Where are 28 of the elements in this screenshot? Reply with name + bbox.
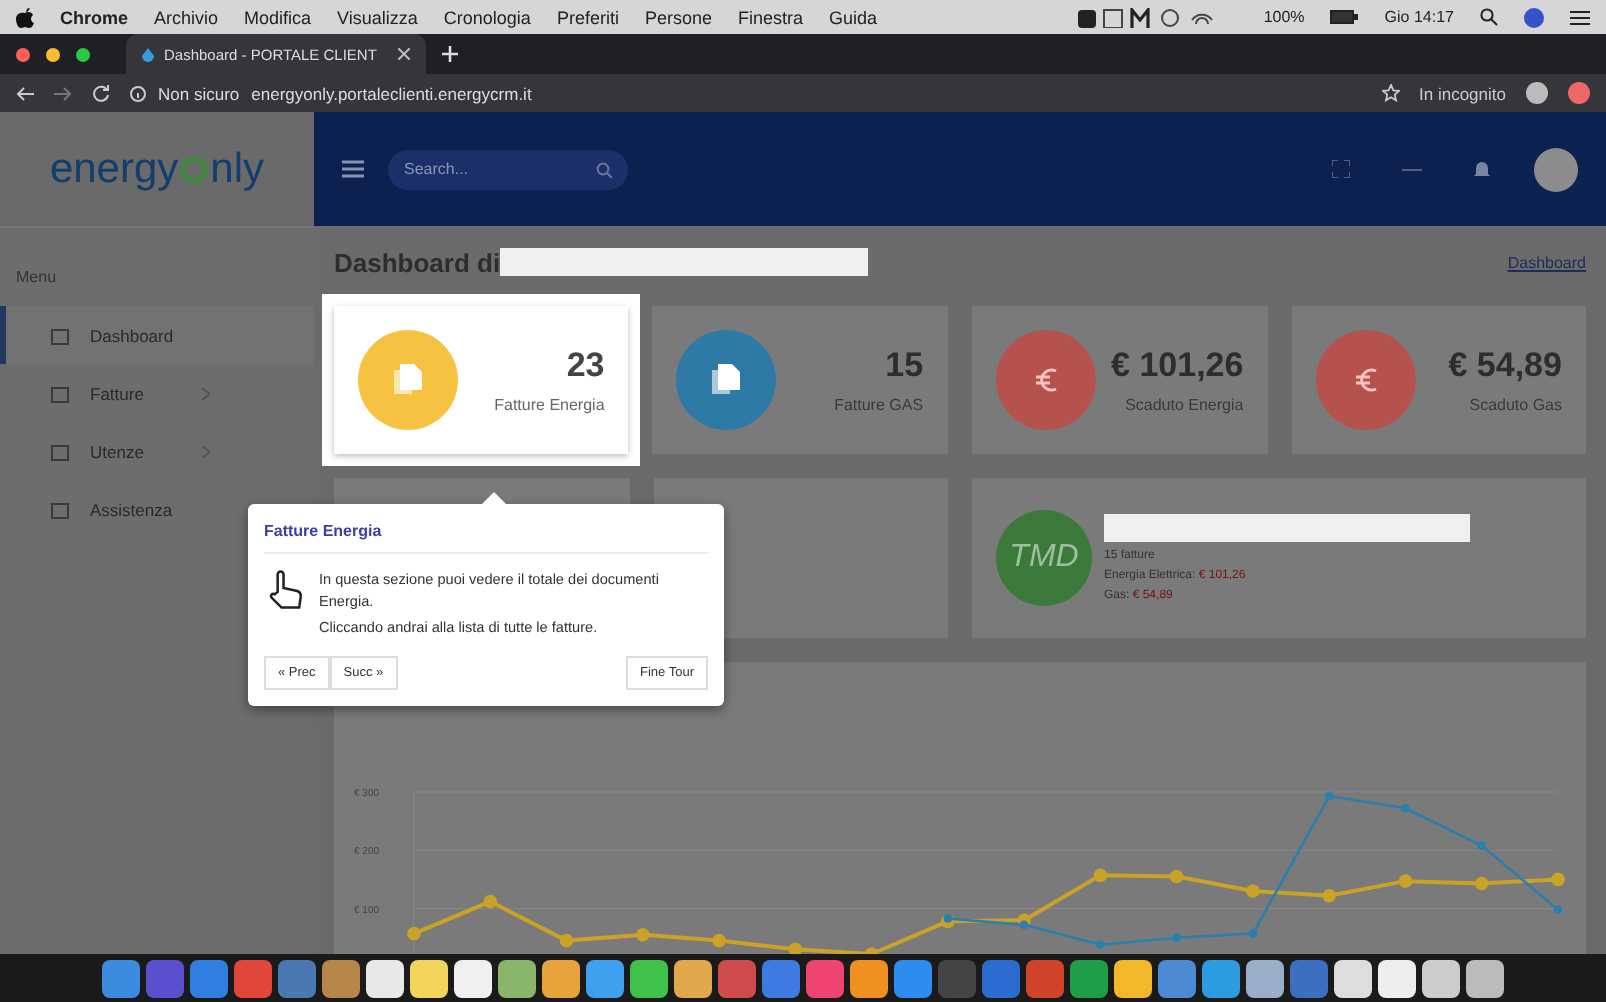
sidebar-heading: Menu bbox=[14, 268, 59, 290]
menu-item[interactable]: Guida bbox=[829, 7, 878, 27]
menu-item[interactable]: Modifica bbox=[244, 7, 312, 27]
search-field[interactable]: Search... bbox=[388, 149, 628, 189]
stat-value: € 101,26 bbox=[1111, 346, 1244, 386]
stat-value: 23 bbox=[566, 346, 605, 386]
stat-label: Scaduto Energia bbox=[1125, 396, 1244, 414]
security-label: Non sicuro bbox=[158, 83, 240, 103]
clock: Gio 14:17 bbox=[1384, 8, 1454, 26]
menu-item[interactable]: Persone bbox=[644, 7, 712, 27]
url-text[interactable]: energyonly.portaleclienti.energycrm.it bbox=[251, 83, 532, 103]
page-title: Dashboard di bbox=[334, 247, 501, 277]
popover-title: Fatture Energia bbox=[264, 522, 708, 554]
incognito-label[interactable]: In incognito bbox=[1419, 83, 1506, 103]
menu-item[interactable]: Cronologia bbox=[443, 7, 531, 27]
menu-item[interactable]: Archivio bbox=[154, 7, 219, 27]
stat-label: Fatture GAS bbox=[834, 396, 924, 414]
stat-value: € 54,89 bbox=[1448, 346, 1562, 386]
menu-item[interactable]: Visualizza bbox=[337, 7, 418, 27]
stat-label: Scaduto Gas bbox=[1469, 396, 1562, 414]
menu-item[interactable]: Preferiti bbox=[556, 7, 619, 27]
menu-item[interactable]: Chrome bbox=[60, 7, 129, 27]
avatar-badge: TMD bbox=[996, 510, 1092, 606]
stat-label: Fatture Energia bbox=[494, 396, 605, 414]
battery-percentage: 100% bbox=[1263, 8, 1305, 26]
stat-card[interactable]: 23 Fatture Energia bbox=[334, 306, 629, 454]
stat-value: 15 bbox=[885, 346, 924, 386]
menu-item[interactable]: Finestra bbox=[737, 7, 803, 27]
